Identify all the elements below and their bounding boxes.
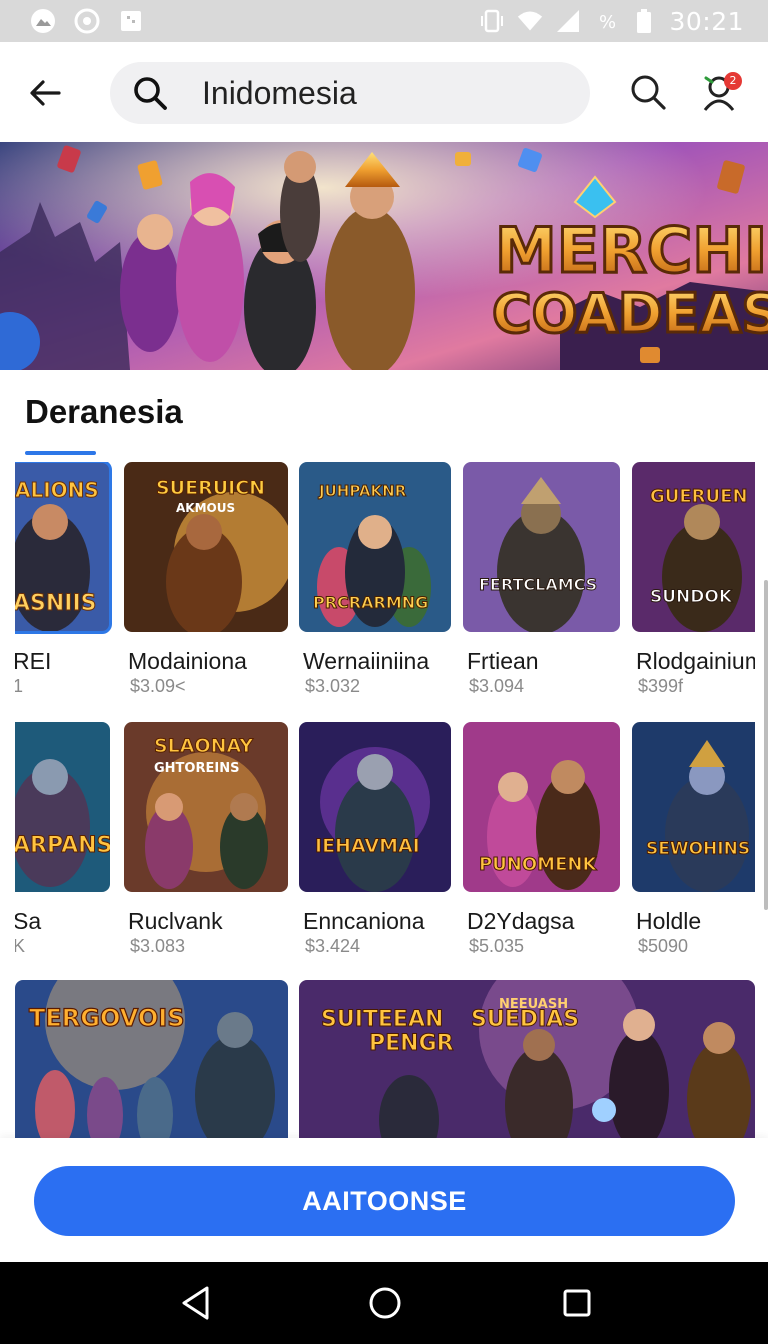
app-price: K xyxy=(15,936,26,956)
app-bar: 2 xyxy=(0,42,768,142)
primary-action-button[interactable]: AAITOONSE xyxy=(34,1166,735,1236)
sync-icon xyxy=(74,8,100,34)
scrollbar[interactable] xyxy=(764,580,768,910)
svg-text:TERGOVOIS: TERGOVOIS xyxy=(29,1004,184,1032)
clock: 30:21 xyxy=(669,6,744,36)
app-name: Modainiona xyxy=(128,648,247,674)
app-price: $5.035 xyxy=(469,936,525,956)
svg-text:%: % xyxy=(599,12,615,33)
app-thumbnail: IEHAVMAI xyxy=(299,722,451,892)
svg-text:PUNOMENK: PUNOMENK xyxy=(479,854,597,875)
app-price: $3.083 xyxy=(130,936,186,956)
app-name: Wernaiiniina xyxy=(303,648,430,674)
svg-text:SUNDOK: SUNDOK xyxy=(650,587,733,607)
nav-recents-button[interactable] xyxy=(557,1283,597,1323)
svg-text:JUHPAKNR: JUHPAKNR xyxy=(318,482,407,500)
svg-text:SLAONAY: SLAONAY xyxy=(154,735,253,757)
app-thumbnail: FERTCLAMCS xyxy=(463,462,620,632)
app-name: Ruclvank xyxy=(128,908,223,934)
circle-home-icon xyxy=(369,1287,401,1319)
svg-text:SUEDIAS: SUEDIAS xyxy=(471,1007,579,1032)
data-saver-icon: % xyxy=(593,8,619,34)
wifi-icon xyxy=(517,8,543,34)
battery-icon xyxy=(631,8,657,34)
status-bar: % 30:21 xyxy=(0,0,768,42)
app-thumbnail: JUHPAKNR PRCRARMNG xyxy=(299,462,451,632)
app-name: Sa xyxy=(15,908,42,934)
app-price: $399f xyxy=(638,676,684,696)
bottom-action-bar: AAITOONSE xyxy=(0,1138,768,1262)
svg-text:SUERUICN: SUERUICN xyxy=(156,477,265,499)
svg-text:FERTCLAMCS: FERTCLAMCS xyxy=(479,575,597,594)
app-thumbnail: ARPANS xyxy=(15,722,110,892)
app-price: $3.032 xyxy=(305,676,361,696)
svg-text:SEWOHINS: SEWOHINS xyxy=(646,839,750,859)
search-icon xyxy=(134,77,167,110)
svg-text:PRCRARMNG: PRCRARMNG xyxy=(313,593,428,612)
search-input[interactable] xyxy=(202,74,562,112)
gallery-icon xyxy=(30,8,56,34)
app-price: $5090 xyxy=(638,936,689,956)
svg-text:ASNIIS: ASNIIS xyxy=(15,591,97,616)
app-name: Enncaniona xyxy=(303,908,425,934)
app-name: Holdle xyxy=(636,908,702,934)
signal-icon xyxy=(555,8,581,34)
svg-text:AKMOUS: AKMOUS xyxy=(176,501,235,515)
svg-text:ALIONS: ALIONS xyxy=(15,478,99,502)
banner-title-line2: COADEASI xyxy=(492,282,768,345)
app-thumbnail: SUITEEAN PENGR NEEUASH SUEDIAS xyxy=(299,980,755,1138)
nav-home-button[interactable] xyxy=(365,1283,405,1323)
app-thumbnail: SUERUICN AKMOUS xyxy=(124,462,288,632)
app-thumbnail: SEWOHINS xyxy=(632,722,755,892)
svg-text:ARPANS: ARPANS xyxy=(15,833,110,858)
app-name: Rlodgainium xyxy=(636,648,755,674)
app-name: REI xyxy=(15,648,52,674)
app-thumbnail: GUERUEN SUNDOK xyxy=(632,462,755,632)
svg-text:IEHAVMAI: IEHAVMAI xyxy=(315,835,420,857)
notification-badge: 2 xyxy=(724,72,742,90)
promo-banner[interactable]: MERCHI COADEASI xyxy=(0,142,768,370)
vibrate-icon xyxy=(479,8,505,34)
section-title: Deranesia xyxy=(25,393,183,430)
system-nav-bar xyxy=(0,1262,768,1344)
app-thumbnail: ALIONS ASNIIS xyxy=(15,462,112,634)
search-icon xyxy=(631,75,666,110)
app-thumbnail: SLAONAY GHTOREINS xyxy=(124,722,288,892)
app-grid: ALIONS ASNIIS REI 1 SUERUICN AKMOUS Modain… xyxy=(15,462,755,1138)
app-price: $3.09< xyxy=(130,676,186,696)
nav-back-button[interactable] xyxy=(176,1283,216,1323)
svg-text:GHTOREINS: GHTOREINS xyxy=(154,761,239,776)
triangle-back-icon xyxy=(182,1286,209,1320)
app-thumbnail: TERGOVOIS xyxy=(15,980,288,1138)
banner-title-line1: MERCHI xyxy=(495,214,767,287)
status-left-icons xyxy=(30,8,144,34)
app-name: Frtiean xyxy=(467,648,539,674)
screenshot-icon xyxy=(118,8,144,34)
search-button[interactable] xyxy=(628,72,668,112)
arrow-left-icon xyxy=(30,80,61,106)
account-button[interactable]: 2 xyxy=(700,70,744,114)
svg-text:PENGR: PENGR xyxy=(369,1031,454,1056)
back-button[interactable] xyxy=(24,72,66,114)
app-price: $3.094 xyxy=(469,676,525,696)
svg-text:GUERUEN: GUERUEN xyxy=(650,486,748,507)
svg-text:SUITEEAN: SUITEEAN xyxy=(321,1007,443,1032)
app-price: $3.424 xyxy=(305,936,361,956)
search-box[interactable] xyxy=(110,62,590,124)
app-price: 1 xyxy=(15,676,24,696)
app-thumbnail: PUNOMENK xyxy=(463,722,620,892)
screen: % 30:21 2 xyxy=(0,0,768,1344)
section-underline xyxy=(25,451,96,455)
app-name: D2Ydagsa xyxy=(467,908,575,934)
square-recents-icon xyxy=(563,1289,591,1317)
status-right-icons: % 30:21 xyxy=(479,7,744,36)
